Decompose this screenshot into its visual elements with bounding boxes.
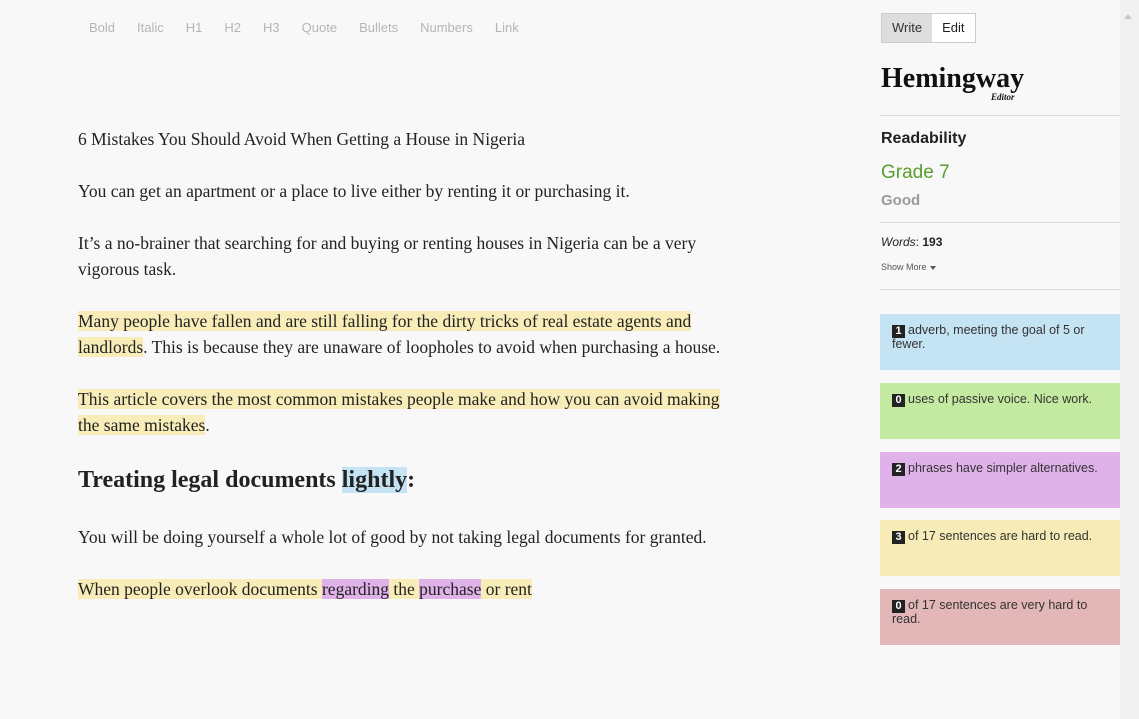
heading-text: : — [407, 467, 416, 493]
plain-text: . — [205, 415, 210, 435]
paragraph: When people overlook documents regarding… — [78, 576, 738, 602]
mode-toggle: Write Edit — [881, 13, 976, 43]
section-heading: Treating legal documents lightly: — [78, 464, 738, 496]
hemingway-logo: Hemingway — [881, 63, 1025, 94]
formatting-toolbar: Bold Italic H1 H2 H3 Quote Bullets Numbe… — [89, 20, 541, 35]
passive-voice-stat-card: 0 uses of passive voice. Nice work. — [880, 383, 1120, 439]
paragraph: You will be doing yourself a whole lot o… — [78, 527, 707, 547]
hard-sentence-highlight: or rent — [481, 579, 532, 599]
adverb-stat-card: 1 adverb, meeting the goal of 5 or fewer. — [880, 314, 1120, 370]
stat-text: phrases have simpler alternatives. — [908, 461, 1098, 475]
grade-description: Good — [881, 192, 921, 209]
divider — [880, 289, 1120, 290]
vertical-scrollbar[interactable] — [1120, 0, 1139, 719]
stat-text: of 17 sentences are very hard to read. — [892, 598, 1088, 626]
edit-mode-button[interactable]: Edit — [932, 14, 975, 42]
word-count: Words: 193 — [881, 235, 943, 249]
paragraph: This article covers the most common mist… — [78, 386, 738, 438]
simpler-phrase-highlight: regarding — [321, 579, 390, 599]
hard-sentence-highlight: This article covers the most common mist… — [78, 389, 720, 435]
h3-button[interactable]: H3 — [263, 20, 280, 35]
stat-text: of 17 sentences are hard to read. — [908, 529, 1093, 543]
h1-button[interactable]: H1 — [186, 20, 203, 35]
bullets-button[interactable]: Bullets — [359, 20, 398, 35]
very-hard-to-read-stat-card: 0 of 17 sentences are very hard to read. — [880, 589, 1120, 645]
quote-button[interactable]: Quote — [302, 20, 337, 35]
show-more-link[interactable]: Show More — [881, 262, 936, 272]
stat-count-badge: 0 — [892, 394, 905, 407]
stat-text: adverb, meeting the goal of 5 or fewer. — [892, 323, 1085, 351]
heading-text: Treating legal documents — [78, 467, 342, 493]
logo-subtitle: Editor — [991, 92, 1015, 102]
adverb-highlight: lightly — [341, 467, 408, 493]
word-count-value: 193 — [922, 235, 943, 249]
write-mode-button[interactable]: Write — [882, 14, 933, 42]
stat-count-badge: 2 — [892, 463, 905, 476]
paragraph: It’s a no-brainer that searching for and… — [78, 233, 697, 279]
simpler-phrase-highlight: purchase — [419, 579, 482, 599]
hard-sentence-highlight: the — [389, 579, 420, 599]
h2-button[interactable]: H2 — [224, 20, 241, 35]
numbers-button[interactable]: Numbers — [420, 20, 473, 35]
bold-button[interactable]: Bold — [89, 20, 115, 35]
italic-button[interactable]: Italic — [137, 20, 164, 35]
sidebar: Write Edit Hemingway Editor Readability … — [880, 0, 1120, 719]
word-count-label: Words — [881, 235, 916, 249]
simpler-alternatives-stat-card: 2 phrases have simpler alternatives. — [880, 452, 1120, 508]
scroll-up-arrow-icon[interactable] — [1124, 14, 1132, 19]
paragraph: You can get an apartment or a place to l… — [78, 181, 630, 201]
stat-text: uses of passive voice. Nice work. — [908, 392, 1093, 406]
hard-sentence-highlight: When people overlook documents — [78, 579, 322, 599]
stat-count-badge: 3 — [892, 531, 905, 544]
grade-level: Grade 7 — [881, 162, 950, 183]
link-button[interactable]: Link — [495, 20, 519, 35]
divider — [880, 222, 1120, 223]
paragraph: Many people have fallen and are still fa… — [78, 308, 738, 360]
hard-to-read-stat-card: 3 of 17 sentences are hard to read. — [880, 520, 1120, 576]
divider — [880, 115, 1120, 116]
plain-text: . This is because they are unaware of lo… — [143, 337, 721, 357]
readability-heading: Readability — [881, 130, 967, 147]
caret-down-icon — [929, 265, 936, 270]
show-more-label: Show More — [881, 262, 927, 272]
document-editor[interactable]: 6 Mistakes You Should Avoid When Getting… — [78, 126, 738, 628]
document-title-paragraph: 6 Mistakes You Should Avoid When Getting… — [78, 129, 526, 149]
